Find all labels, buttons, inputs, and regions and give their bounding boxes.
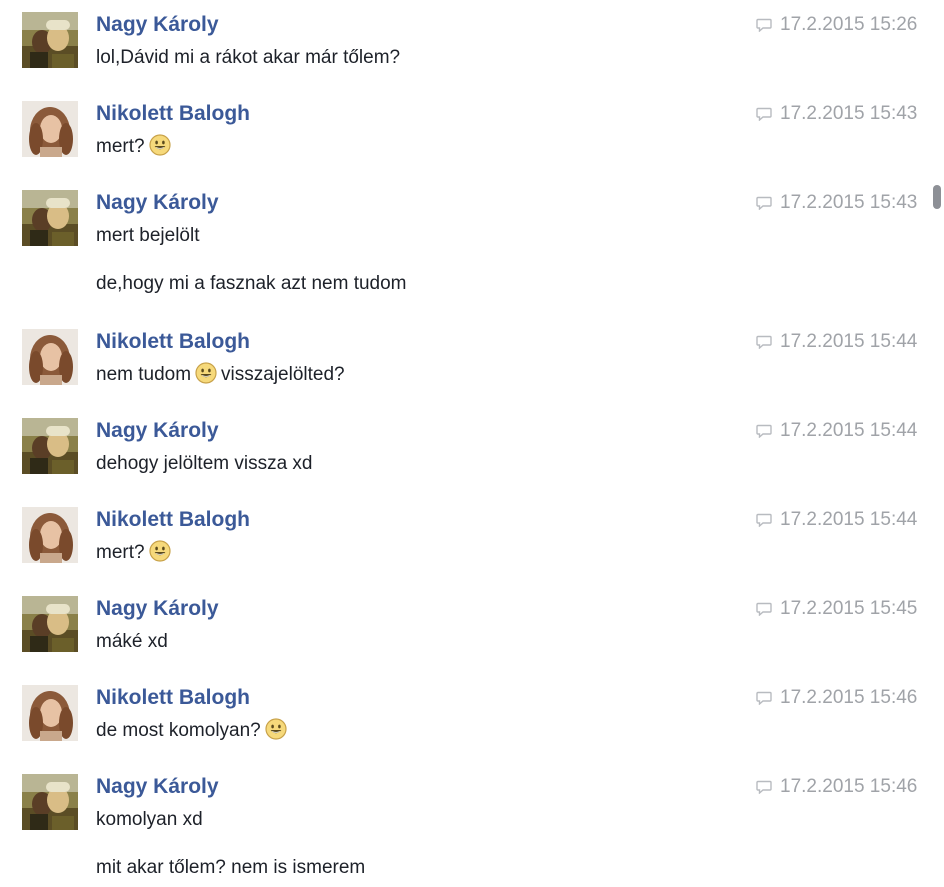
sender-name[interactable]: Nagy Károly: [96, 418, 219, 444]
sender-name[interactable]: Nikolett Balogh: [96, 507, 250, 533]
timestamp[interactable]: 17.2.2015 15:43: [756, 190, 917, 216]
avatar[interactable]: [22, 12, 78, 68]
timestamp[interactable]: 17.2.2015 15:44: [756, 507, 917, 533]
avatar[interactable]: [22, 685, 78, 741]
speech-bubble-icon: [756, 513, 772, 527]
sender-name[interactable]: Nagy Károly: [96, 596, 219, 622]
sender-name[interactable]: Nagy Károly: [96, 774, 219, 800]
avatar[interactable]: [22, 418, 78, 474]
timestamp[interactable]: 17.2.2015 15:46: [756, 774, 917, 800]
message-text: mert?: [96, 134, 171, 160]
message-text: mit akar tőlem? nem is ismerem: [96, 857, 366, 878]
timestamp-text: 17.2.2015 15:43: [780, 192, 918, 213]
speech-bubble-icon: [756, 602, 772, 616]
smiley-emoji-icon: [265, 718, 287, 740]
timestamp[interactable]: 17.2.2015 15:44: [756, 418, 917, 444]
avatar[interactable]: [22, 101, 78, 157]
message-text: máké xd: [96, 631, 168, 652]
message-text-part: nem tudom: [96, 364, 192, 385]
timestamp[interactable]: 17.2.2015 15:46: [756, 685, 917, 711]
scrollbar-thumb[interactable]: [933, 185, 941, 209]
message-text: dehogy jelöltem vissza xd: [96, 453, 313, 474]
message-text: lol,Dávid mi a rákot akar már tőlem?: [96, 47, 401, 68]
timestamp-text: 17.2.2015 15:26: [780, 14, 918, 35]
timestamp-text: 17.2.2015 15:44: [780, 509, 918, 530]
speech-bubble-icon: [756, 691, 772, 705]
sender-name[interactable]: Nikolett Balogh: [96, 329, 250, 355]
avatar[interactable]: [22, 596, 78, 652]
message-text-part: de most komolyan?: [96, 720, 261, 741]
speech-bubble-icon: [756, 196, 772, 210]
smiley-emoji-icon: [149, 540, 171, 562]
avatar[interactable]: [22, 190, 78, 246]
timestamp-text: 17.2.2015 15:45: [780, 598, 918, 619]
smiley-emoji-icon: [149, 134, 171, 156]
speech-bubble-icon: [756, 780, 772, 794]
sender-name[interactable]: Nikolett Balogh: [96, 685, 250, 711]
message-text: de,hogy mi a fasznak azt nem tudom: [96, 273, 407, 294]
timestamp-text: 17.2.2015 15:46: [780, 687, 918, 708]
speech-bubble-icon: [756, 424, 772, 438]
speech-bubble-icon: [756, 18, 772, 32]
message-text: de most komolyan?: [96, 718, 287, 744]
smiley-emoji-icon: [195, 362, 217, 384]
timestamp-text: 17.2.2015 15:44: [780, 331, 918, 352]
sender-name[interactable]: Nikolett Balogh: [96, 101, 250, 127]
sender-name[interactable]: Nagy Károly: [96, 190, 219, 216]
timestamp-text: 17.2.2015 15:46: [780, 776, 918, 797]
message-text-part: mert?: [96, 136, 145, 157]
timestamp[interactable]: 17.2.2015 15:45: [756, 596, 917, 622]
message-text: nem tudom visszajelölted?: [96, 362, 345, 388]
timestamp[interactable]: 17.2.2015 15:44: [756, 329, 917, 355]
speech-bubble-icon: [756, 335, 772, 349]
timestamp-text: 17.2.2015 15:44: [780, 420, 918, 441]
avatar[interactable]: [22, 329, 78, 385]
message-text: mert bejelölt: [96, 225, 200, 246]
timestamp[interactable]: 17.2.2015 15:26: [756, 12, 917, 38]
message-text-part: mert?: [96, 542, 145, 563]
sender-name[interactable]: Nagy Károly: [96, 12, 219, 38]
message-text: mert?: [96, 540, 171, 566]
timestamp[interactable]: 17.2.2015 15:43: [756, 101, 917, 127]
speech-bubble-icon: [756, 107, 772, 121]
timestamp-text: 17.2.2015 15:43: [780, 103, 918, 124]
avatar[interactable]: [22, 507, 78, 563]
message-text: komolyan xd: [96, 809, 203, 830]
avatar[interactable]: [22, 774, 78, 830]
message-text-part: visszajelölted?: [221, 364, 345, 385]
message-thread: Nagy Károly 17.2.2015 15:26 lol,Dávid mi…: [0, 0, 944, 887]
